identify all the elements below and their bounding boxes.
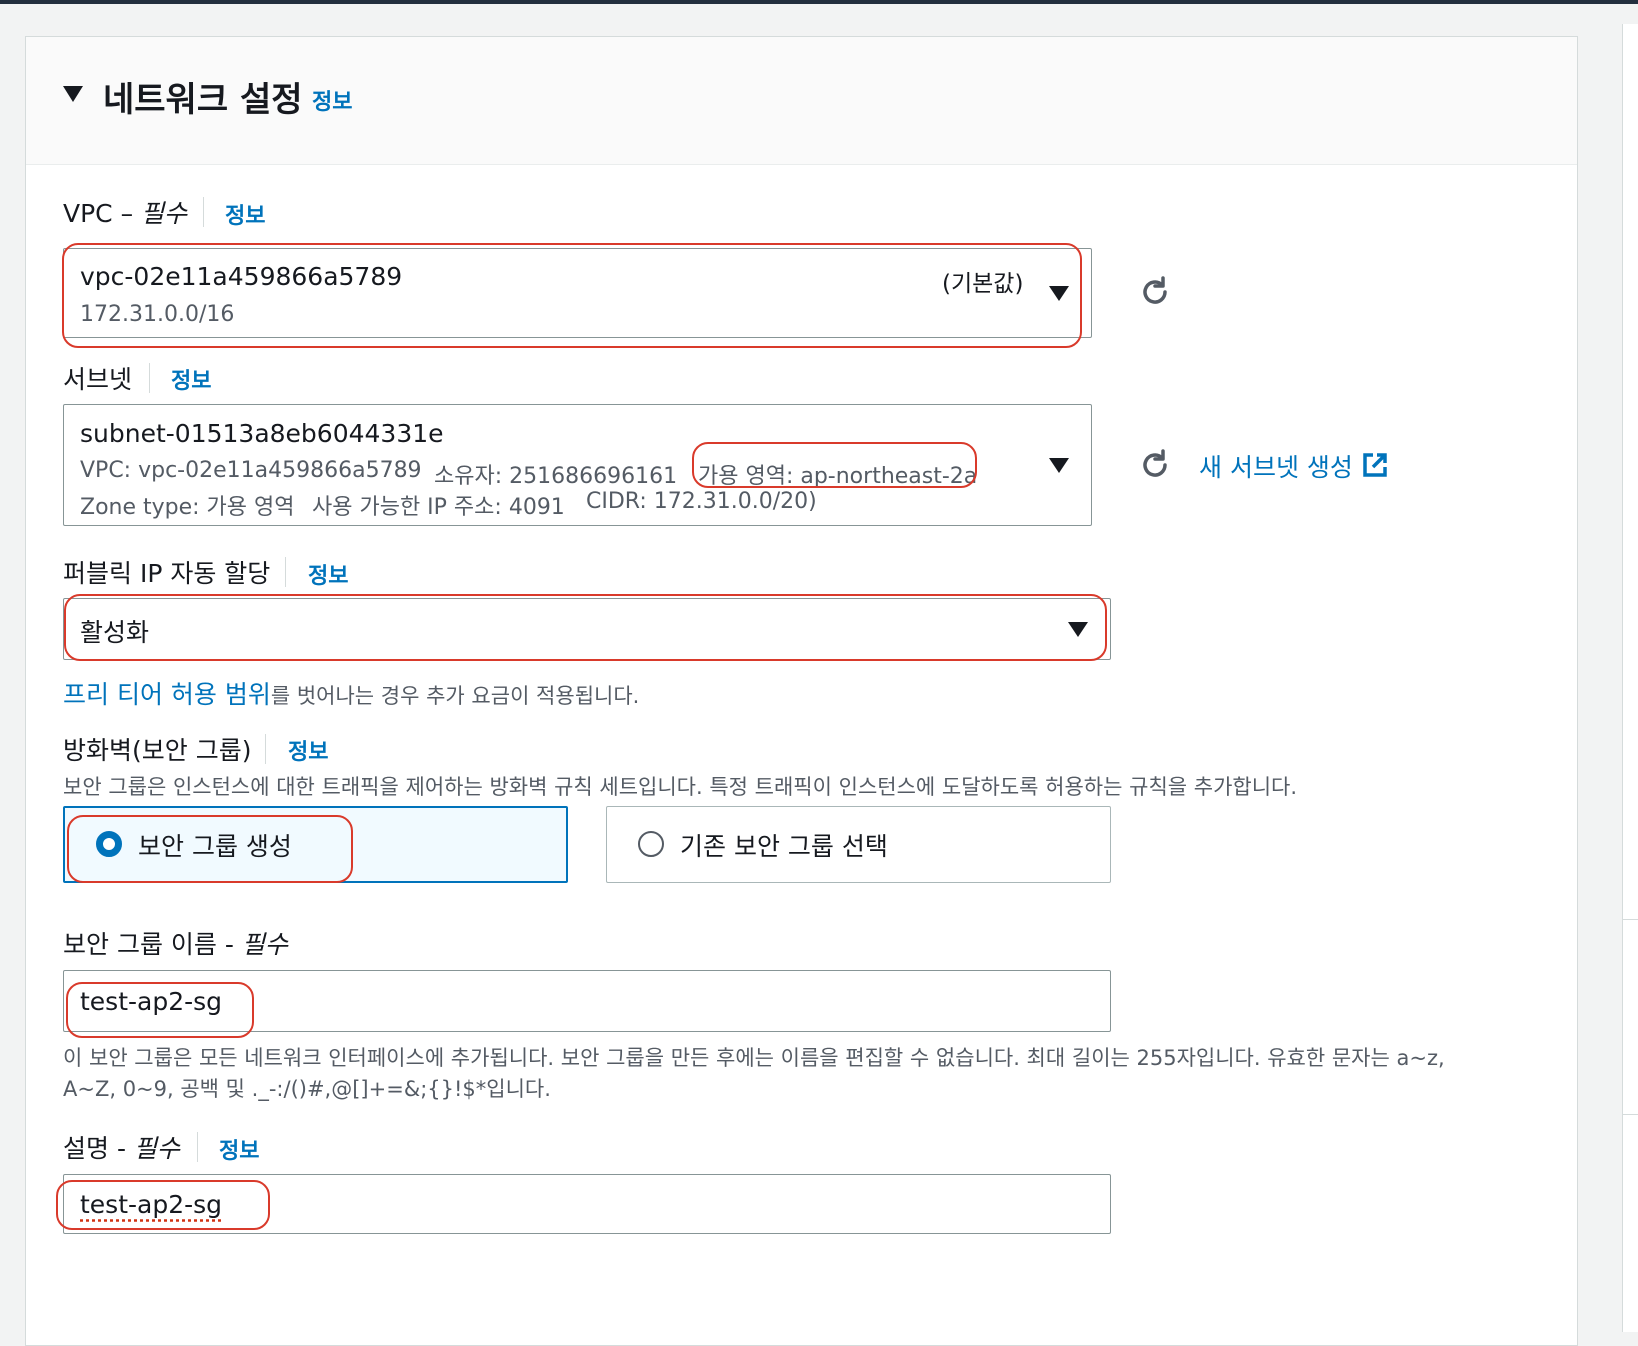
sg-name-help-line2: A~Z, 0~9, 공백 및 ._-:/()#,@[]+=&;{}!$*입니다.: [63, 1077, 551, 1101]
annotation-highlight: [66, 982, 254, 1038]
sg-description-label-text: 설명 -: [63, 1134, 134, 1163]
vpc-info-link[interactable]: 정보: [225, 198, 265, 230]
vpc-label-text: VPC –: [63, 199, 142, 228]
subnet-info-link[interactable]: 정보: [171, 363, 211, 395]
external-link-icon[interactable]: [1361, 451, 1389, 479]
annotation-highlight: [56, 1180, 270, 1230]
subnet-available-ip: 사용 가능한 IP 주소: 4091: [312, 495, 565, 520]
subnet-label: 서브넷: [63, 365, 133, 394]
sg-name-label: 보안 그룹 이름 - 필수: [63, 925, 288, 961]
subnet-vpc: VPC: vpc-02e11a459866a5789: [80, 458, 422, 483]
firewall-description: 보안 그룹은 인스턴스에 대한 트래픽을 제어하는 방화벽 규칙 세트입니다. …: [63, 775, 1298, 799]
section-title: 네트워크 설정: [103, 80, 303, 120]
subnet-select-value: subnet-01513a8eb6044331e: [80, 419, 444, 448]
vpc-required-text: 필수: [141, 199, 188, 228]
vpc-label: VPC – 필수: [63, 194, 187, 230]
sg-description-required-text: 필수: [133, 1134, 180, 1163]
divider: [265, 734, 266, 764]
divider: [149, 363, 150, 393]
subnet-cidr: CIDR: 172.31.0.0/20): [586, 489, 817, 514]
annotation-highlight: [67, 815, 353, 883]
free-tier-link[interactable]: 프리 티어 허용 범위: [63, 680, 271, 709]
public-ip-info-link[interactable]: 정보: [308, 558, 348, 590]
sg-description-info-link[interactable]: 정보: [219, 1133, 259, 1165]
firewall-info-link[interactable]: 정보: [288, 734, 328, 766]
existing-security-group-label: 기존 보안 그룹 선택: [680, 832, 888, 861]
public-ip-label: 퍼블릭 IP 자동 할당: [63, 559, 271, 588]
annotation-highlight: [62, 243, 1082, 348]
sg-name-label-text: 보안 그룹 이름 -: [63, 930, 242, 959]
section-info-link[interactable]: 정보: [312, 84, 352, 116]
divider: [197, 1132, 198, 1162]
create-subnet-link[interactable]: 새 서브넷 생성: [1199, 448, 1353, 484]
top-bar: [0, 0, 1638, 4]
subnet-zone-type: Zone type: 가용 영역: [80, 495, 295, 520]
free-tier-note-text: 를 벗어나는 경우 추가 요금이 적용됩니다.: [270, 684, 640, 708]
refresh-icon[interactable]: [1137, 447, 1173, 483]
sg-name-help-line1: 이 보안 그룹은 모든 네트워크 인터페이스에 추가됩니다. 보안 그룹을 만든…: [63, 1046, 1445, 1070]
annotation-highlight: [64, 594, 1107, 661]
radio-unselected-icon[interactable]: [638, 831, 664, 857]
free-tier-note: 프리 티어 허용 범위를 벗어나는 경우 추가 요금이 적용됩니다.: [63, 675, 639, 711]
sg-description-label: 설명 - 필수: [63, 1129, 180, 1165]
refresh-icon[interactable]: [1137, 274, 1173, 310]
divider: [285, 557, 286, 587]
subnet-owner: 소유자: 251686696161: [434, 464, 678, 489]
divider: [203, 197, 204, 227]
side-panel-edge: [1622, 24, 1638, 1332]
firewall-label: 방화벽(보안 그룹): [63, 736, 252, 765]
collapse-toggle-icon[interactable]: [63, 86, 83, 102]
sg-name-required-text: 필수: [241, 930, 288, 959]
chevron-down-icon: [1049, 458, 1069, 473]
annotation-highlight: [692, 442, 977, 488]
